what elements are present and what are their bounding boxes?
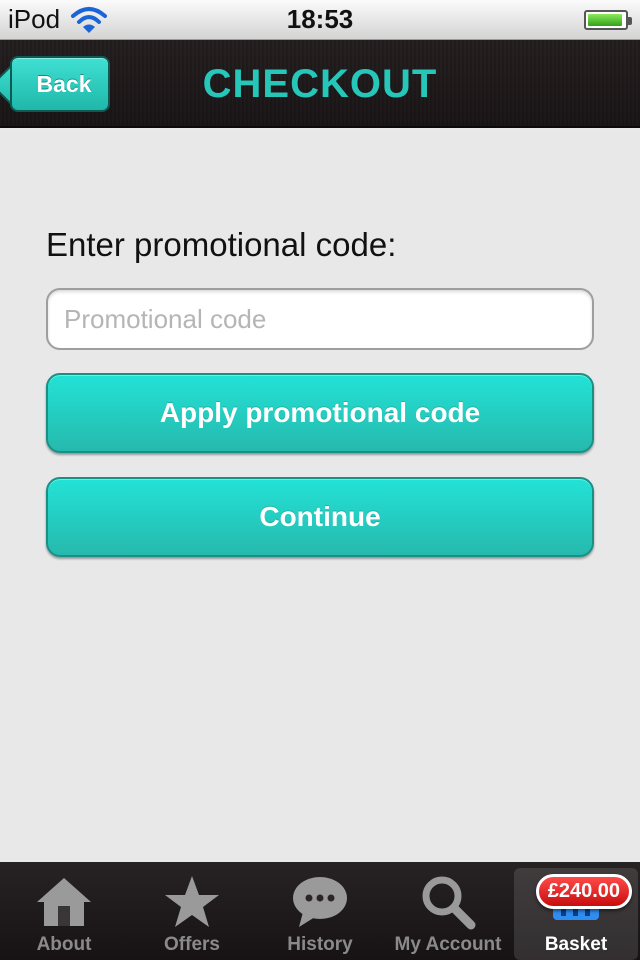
basket-total-badge: £240.00 — [535, 874, 632, 909]
wifi-icon — [71, 6, 108, 33]
speech-bubble-icon — [290, 872, 350, 932]
tab-bar: About Offers History My Account Basket £… — [0, 862, 640, 960]
apply-promo-button[interactable]: Apply promotional code — [46, 373, 594, 453]
tab-offers[interactable]: Offers — [128, 862, 256, 960]
star-icon — [162, 872, 222, 932]
battery-icon — [584, 9, 632, 30]
tab-history[interactable]: History — [256, 862, 384, 960]
tab-label: About — [36, 934, 92, 955]
magnifier-icon — [418, 872, 478, 932]
battery-level — [588, 13, 623, 26]
tab-label: Basket — [544, 934, 608, 955]
tab-label: History — [287, 934, 353, 955]
back-button[interactable]: Back — [10, 56, 110, 112]
tab-my-account[interactable]: My Account — [384, 862, 512, 960]
tab-basket[interactable]: Basket £240.00 — [514, 868, 638, 960]
house-icon — [34, 872, 94, 932]
tab-label: Offers — [164, 934, 220, 955]
promo-code-label: Enter promotional code: — [46, 226, 397, 263]
promo-code-input[interactable] — [46, 288, 594, 350]
status-bar: iPod 18:53 — [0, 0, 640, 40]
back-button-container: Back — [0, 40, 130, 128]
status-left: iPod — [8, 4, 108, 35]
carrier-label: iPod — [8, 4, 61, 34]
navigation-bar: CHECKOUT Back — [0, 40, 640, 128]
checkout-content: Enter promotional code: Apply promotiona… — [0, 130, 640, 860]
continue-button[interactable]: Continue — [46, 477, 594, 557]
tab-about[interactable]: About — [0, 862, 128, 960]
tab-label: My Account — [394, 934, 502, 955]
